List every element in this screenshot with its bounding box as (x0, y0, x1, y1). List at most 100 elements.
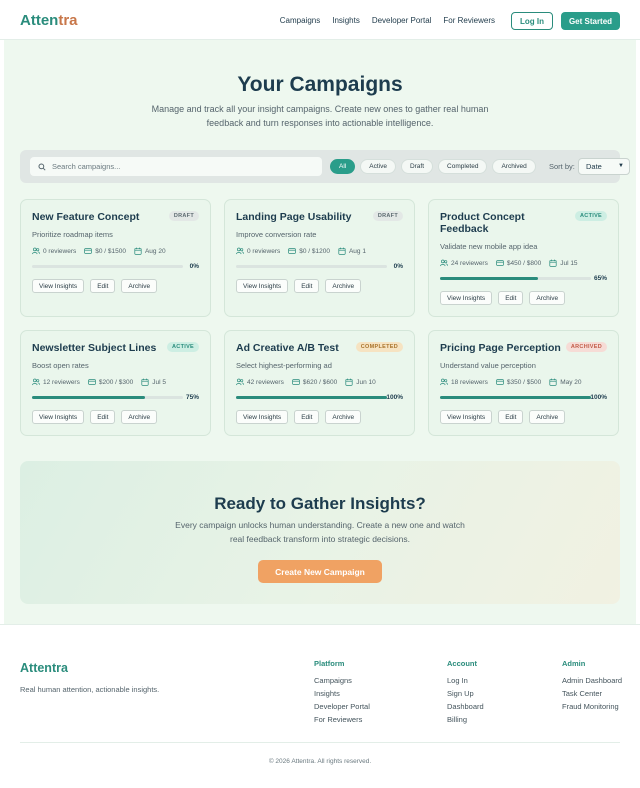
footer-tagline: Real human attention, actionable insight… (20, 685, 160, 694)
progress-fill (32, 396, 146, 399)
archive-button[interactable]: Archive (121, 410, 158, 424)
footer-link[interactable]: Campaigns (314, 674, 370, 687)
brand-logo[interactable]: Attentra (20, 12, 78, 29)
progress-percent: 65% (593, 275, 607, 282)
archive-button[interactable]: Archive (529, 410, 566, 424)
archive-button[interactable]: Archive (325, 410, 362, 424)
calendar-icon (345, 378, 353, 386)
create-campaign-button[interactable]: Create New Campaign (258, 560, 382, 583)
card-icon (84, 248, 93, 254)
footer-link[interactable]: Developer Portal (314, 700, 370, 713)
campaign-date: Jul 15 (560, 259, 578, 267)
edit-button[interactable]: Edit (498, 291, 524, 305)
archive-button[interactable]: Archive (325, 279, 362, 293)
reviewers-count: 0 reviewers (43, 247, 77, 255)
search-input[interactable] (52, 162, 302, 171)
reviewers-count: 42 reviewers (247, 378, 284, 386)
login-button[interactable]: Log In (511, 12, 553, 30)
campaign-card[interactable]: Pricing Page Perception ARCHIVED Underst… (428, 330, 619, 436)
edit-button[interactable]: Edit (90, 410, 116, 424)
edit-button[interactable]: Edit (294, 410, 320, 424)
campaign-card[interactable]: Product Concept Feedback ACTIVE Validate… (428, 199, 619, 317)
users-icon (236, 247, 244, 255)
edit-button[interactable]: Edit (90, 279, 116, 293)
reviewers-meta: 18 reviewers (440, 378, 488, 386)
progress-bar (236, 265, 387, 268)
filter-pill-archived[interactable]: Archived (492, 159, 536, 174)
card-icon (88, 379, 96, 385)
reviewers-meta: 12 reviewers (32, 378, 80, 386)
card-actions: View Insights Edit Archive (440, 291, 566, 305)
footer-column-platform: Platform Campaigns Insights Developer Po… (314, 659, 370, 726)
footer-link[interactable]: Task Center (562, 687, 622, 700)
campaign-title[interactable]: Product Concept Feedback (440, 211, 570, 235)
campaign-card[interactable]: Landing Page Usability DRAFT Improve con… (224, 199, 415, 317)
footer-link[interactable]: Insights (314, 687, 370, 700)
footer-column-account: Account Log In Sign Up Dashboard Billing (447, 659, 484, 726)
footer-link[interactable]: For Reviewers (314, 713, 370, 726)
campaign-date: Jul 5 (152, 378, 166, 386)
reviewers-count: 12 reviewers (43, 378, 80, 386)
view-insights-button[interactable]: View Insights (236, 410, 289, 424)
edit-button[interactable]: Edit (498, 410, 524, 424)
status-badge: ACTIVE (575, 211, 607, 221)
reviewers-meta: 42 reviewers (236, 378, 284, 386)
reviewers-meta: 0 reviewers (236, 247, 280, 255)
campaign-description: Select highest-performing ad (236, 361, 332, 370)
budget-meta: $350 / $500 (496, 378, 541, 386)
brand-text-part2: tra (58, 12, 78, 29)
progress-bar (32, 265, 183, 268)
card-icon (288, 248, 297, 254)
campaign-card[interactable]: Ad Creative A/B Test COMPLETED Select hi… (224, 330, 415, 436)
campaign-card[interactable]: New Feature Concept DRAFT Prioritize roa… (20, 199, 211, 317)
campaign-title[interactable]: Landing Page Usability (236, 211, 366, 223)
archive-button[interactable]: Archive (121, 279, 158, 293)
date-meta: Aug 20 (134, 247, 166, 255)
campaign-card[interactable]: Newsletter Subject Lines ACTIVE Boost op… (20, 330, 211, 436)
view-insights-button[interactable]: View Insights (440, 410, 493, 424)
search-box[interactable] (30, 157, 322, 176)
progress-bar (236, 396, 387, 399)
footer-link[interactable]: Admin Dashboard (562, 674, 622, 687)
view-insights-button[interactable]: View Insights (236, 279, 289, 293)
budget-meta: $0 / $1200 (288, 247, 330, 255)
budget-value: $450 / $800 (506, 259, 542, 267)
campaign-date: May 20 (560, 378, 582, 386)
filter-pill-completed[interactable]: Completed (438, 159, 488, 174)
campaign-title[interactable]: New Feature Concept (32, 211, 162, 223)
card-actions: View Insights Edit Archive (236, 410, 362, 424)
nav-link-for-reviewers[interactable]: For Reviewers (443, 16, 495, 25)
view-insights-button[interactable]: View Insights (32, 410, 85, 424)
campaign-title[interactable]: Pricing Page Perception (440, 342, 570, 354)
calendar-icon (549, 259, 557, 267)
calendar-icon (141, 378, 149, 386)
filter-pill-all[interactable]: All (330, 159, 356, 174)
edit-button[interactable]: Edit (294, 279, 320, 293)
sort-select[interactable]: Date ▼ (578, 158, 630, 175)
footer-brand[interactable]: Attentra (20, 661, 68, 675)
campaign-description: Validate new mobile app idea (440, 242, 538, 251)
view-insights-button[interactable]: View Insights (32, 279, 85, 293)
footer-link[interactable]: Dashboard (447, 700, 484, 713)
archive-button[interactable]: Archive (529, 291, 566, 305)
view-insights-button[interactable]: View Insights (440, 291, 493, 305)
nav-link-developer-portal[interactable]: Developer Portal (372, 16, 432, 25)
footer-link[interactable]: Fraud Monitoring (562, 700, 622, 713)
sort-select-value: Date (586, 162, 602, 171)
get-started-button[interactable]: Get Started (561, 12, 620, 30)
cta-subtitle: Every campaign unlocks human understandi… (175, 520, 465, 544)
filter-pill-draft[interactable]: Draft (400, 159, 434, 174)
footer-link[interactable]: Sign Up (447, 687, 484, 700)
reviewers-count: 0 reviewers (247, 247, 281, 255)
chevron-down-icon: ▼ (618, 163, 624, 169)
filter-pill-active[interactable]: Active (360, 159, 396, 174)
campaign-title[interactable]: Ad Creative A/B Test (236, 342, 366, 354)
footer-link[interactable]: Billing (447, 713, 484, 726)
campaign-meta: 0 reviewers $0 / $1200 Aug 1 (236, 247, 366, 255)
status-filter-pills: All Active Draft Completed Archived (330, 159, 536, 174)
page-title: Your Campaigns (237, 73, 403, 96)
footer-link[interactable]: Log In (447, 674, 484, 687)
campaign-title[interactable]: Newsletter Subject Lines (32, 342, 162, 354)
nav-link-insights[interactable]: Insights (332, 16, 360, 25)
nav-link-campaigns[interactable]: Campaigns (280, 16, 320, 25)
